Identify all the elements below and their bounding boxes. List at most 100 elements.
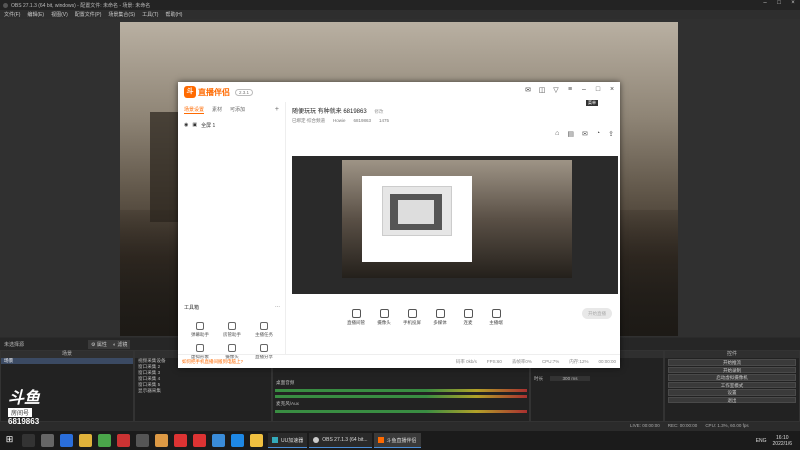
- tool-tasks[interactable]: 主播任务: [251, 322, 277, 338]
- room-title-row: 随便玩玩 有种就来 6819863 修改: [292, 106, 383, 115]
- scene-item-row[interactable]: ◉ ▣ 全屏 1: [178, 118, 285, 133]
- room-edit-link[interactable]: 修改: [374, 109, 383, 114]
- scene-item[interactable]: 场景: [1, 358, 133, 364]
- douyu-room-label: 房间号: [8, 408, 33, 417]
- gift-box-icon[interactable]: ⌂: [555, 130, 559, 138]
- scene-tower: [150, 112, 180, 222]
- filter-icon[interactable]: ▽: [552, 86, 560, 94]
- controls-header: 控件: [665, 351, 799, 358]
- gift-icon[interactable]: ◫: [538, 86, 546, 94]
- search-icon[interactable]: [22, 434, 35, 447]
- filters-label: 滤镜: [117, 342, 128, 348]
- taskbar-app-label: 斗鱼直播伴侣: [386, 437, 417, 444]
- desktop-audio-slider[interactable]: [275, 395, 527, 398]
- share-icon[interactable]: ⇪: [608, 130, 614, 138]
- close-icon[interactable]: ×: [608, 86, 616, 94]
- tool-label: 弹幕助手: [191, 332, 209, 337]
- tool-label: 主播任务: [255, 332, 273, 337]
- taskbar: ⊞ UU加速器 OBS 27.1.3 (64 bit... 斗鱼直播伴侣 ENG…: [0, 431, 800, 450]
- duration-input[interactable]: 300 ms: [550, 376, 590, 381]
- menu-file[interactable]: 文件(F): [4, 11, 20, 18]
- taskbar-app-label: UU加速器: [281, 437, 304, 444]
- tasks-icon: [260, 322, 268, 330]
- chrome-icon[interactable]: [212, 434, 225, 447]
- duration-label: 时长: [534, 376, 544, 381]
- minimize-icon[interactable]: –: [580, 86, 588, 94]
- app-icon[interactable]: [136, 434, 149, 447]
- menu-help[interactable]: 帮助(H): [165, 11, 182, 18]
- edge2-icon[interactable]: [231, 434, 244, 447]
- virtual-camera-button[interactable]: 启动虚拟摄像机: [668, 374, 796, 381]
- source-item[interactable]: 显示器采集: [135, 388, 271, 394]
- tool-phone-cast[interactable]: 手机投屏: [398, 308, 426, 326]
- taskbar-app-douyu[interactable]: 斗鱼直播伴侣: [373, 433, 421, 448]
- douyu-brand: 斗鱼: [8, 390, 41, 407]
- list-icon[interactable]: ▤: [567, 130, 574, 138]
- minimize-icon[interactable]: –: [758, 0, 772, 6]
- menu-tools[interactable]: 工具(T): [142, 11, 158, 18]
- maximize-icon[interactable]: □: [594, 86, 602, 94]
- bell-icon[interactable]: ◔: [596, 130, 600, 138]
- tool-media[interactable]: 多媒体: [426, 308, 454, 326]
- tools-row: 弹幕助手 房管助手 主播任务: [184, 322, 280, 338]
- app-icon[interactable]: [193, 434, 206, 447]
- camera-icon: [379, 308, 389, 318]
- start-streaming-button[interactable]: 开始推流: [668, 359, 796, 366]
- menu-icon[interactable]: ≡: [566, 86, 574, 94]
- explorer-icon[interactable]: [79, 434, 92, 447]
- tool-lianmai[interactable]: 连麦: [454, 308, 482, 326]
- tool-danmu[interactable]: 弹幕助手: [187, 322, 213, 338]
- stat-fps: FPS:60: [486, 359, 502, 364]
- douyu-companion-window: 斗 直播伴侣 2.3.1 ✉ ◫ ▽ ≡ – □ × 菜单 场景设置 素材 可添…: [178, 82, 620, 368]
- mail-icon[interactable]: ✉: [582, 130, 588, 138]
- close-icon[interactable]: ×: [786, 0, 800, 6]
- add-icon[interactable]: +: [275, 106, 279, 114]
- settings-button[interactable]: 设置: [668, 389, 796, 396]
- filters-button[interactable]: ◐ 滤镜: [110, 340, 131, 349]
- eye-icon[interactable]: ◉: [184, 122, 188, 129]
- task-view-icon[interactable]: [41, 434, 54, 447]
- tab-add[interactable]: 可添加: [230, 106, 245, 114]
- menu-scene-collection[interactable]: 场景集合(S): [108, 11, 135, 18]
- no-source-label: 未选择源: [4, 342, 25, 348]
- more-icon[interactable]: ⋯: [275, 304, 280, 311]
- lock-icon[interactable]: ▣: [192, 122, 197, 129]
- menu-edit[interactable]: 编辑(E): [27, 11, 44, 18]
- taskbar-app-label: OBS 27.1.3 (64 bit...: [322, 437, 368, 443]
- tool-label: 摄像头: [377, 319, 391, 325]
- dy-preview[interactable]: [292, 156, 618, 294]
- tab-scene[interactable]: 场景设置: [184, 106, 205, 114]
- start-recording-button[interactable]: 开始录制: [668, 366, 796, 373]
- message-icon[interactable]: ✉: [524, 86, 532, 94]
- clock[interactable]: 16:10 2022/1/6: [773, 435, 792, 447]
- app-icon[interactable]: [117, 434, 130, 447]
- nested-window: [398, 200, 434, 224]
- menu-profile[interactable]: 配置文件(P): [75, 11, 102, 18]
- studio-mode-button[interactable]: 工作室模式: [668, 381, 796, 388]
- help-link[interactable]: 如何把手机直播间搬到电脑上?: [182, 359, 243, 365]
- tray-language[interactable]: ENG: [756, 438, 767, 444]
- tool-anchor[interactable]: 主播端: [482, 308, 510, 326]
- tool-admin[interactable]: 房管助手: [219, 322, 245, 338]
- taskbar-app-uu[interactable]: UU加速器: [268, 433, 308, 448]
- tool-camera-btn[interactable]: 摄像头: [370, 308, 398, 326]
- folder-icon[interactable]: [250, 434, 263, 447]
- tab-material[interactable]: 素材: [212, 106, 222, 114]
- dy-version-badge: 2.3.1: [235, 88, 254, 96]
- mic-audio-label: 麦克风/Aux: [276, 401, 299, 406]
- edge-icon[interactable]: [60, 434, 73, 447]
- menu-view[interactable]: 视图(V): [51, 11, 68, 18]
- dy-window-icons: ✉ ◫ ▽ ≡ – □ ×: [524, 86, 616, 94]
- app-icon[interactable]: [155, 434, 168, 447]
- app-icon[interactable]: [174, 434, 187, 447]
- exit-button[interactable]: 退出: [668, 396, 796, 403]
- start-live-button[interactable]: 开始直播: [582, 308, 612, 319]
- wechat-icon[interactable]: [98, 434, 111, 447]
- maximize-icon[interactable]: □: [772, 0, 786, 6]
- properties-button[interactable]: ⚙ 属性: [88, 340, 110, 349]
- windows-start-icon[interactable]: ⊞: [3, 434, 16, 447]
- tool-room-manage[interactable]: 直播间管: [342, 308, 370, 326]
- room-actions: ⌂ ▤ ✉ ◔ ⇪: [555, 130, 614, 138]
- taskbar-app-obs[interactable]: OBS 27.1.3 (64 bit...: [309, 433, 372, 448]
- dy-logo-icon: 斗: [184, 86, 196, 98]
